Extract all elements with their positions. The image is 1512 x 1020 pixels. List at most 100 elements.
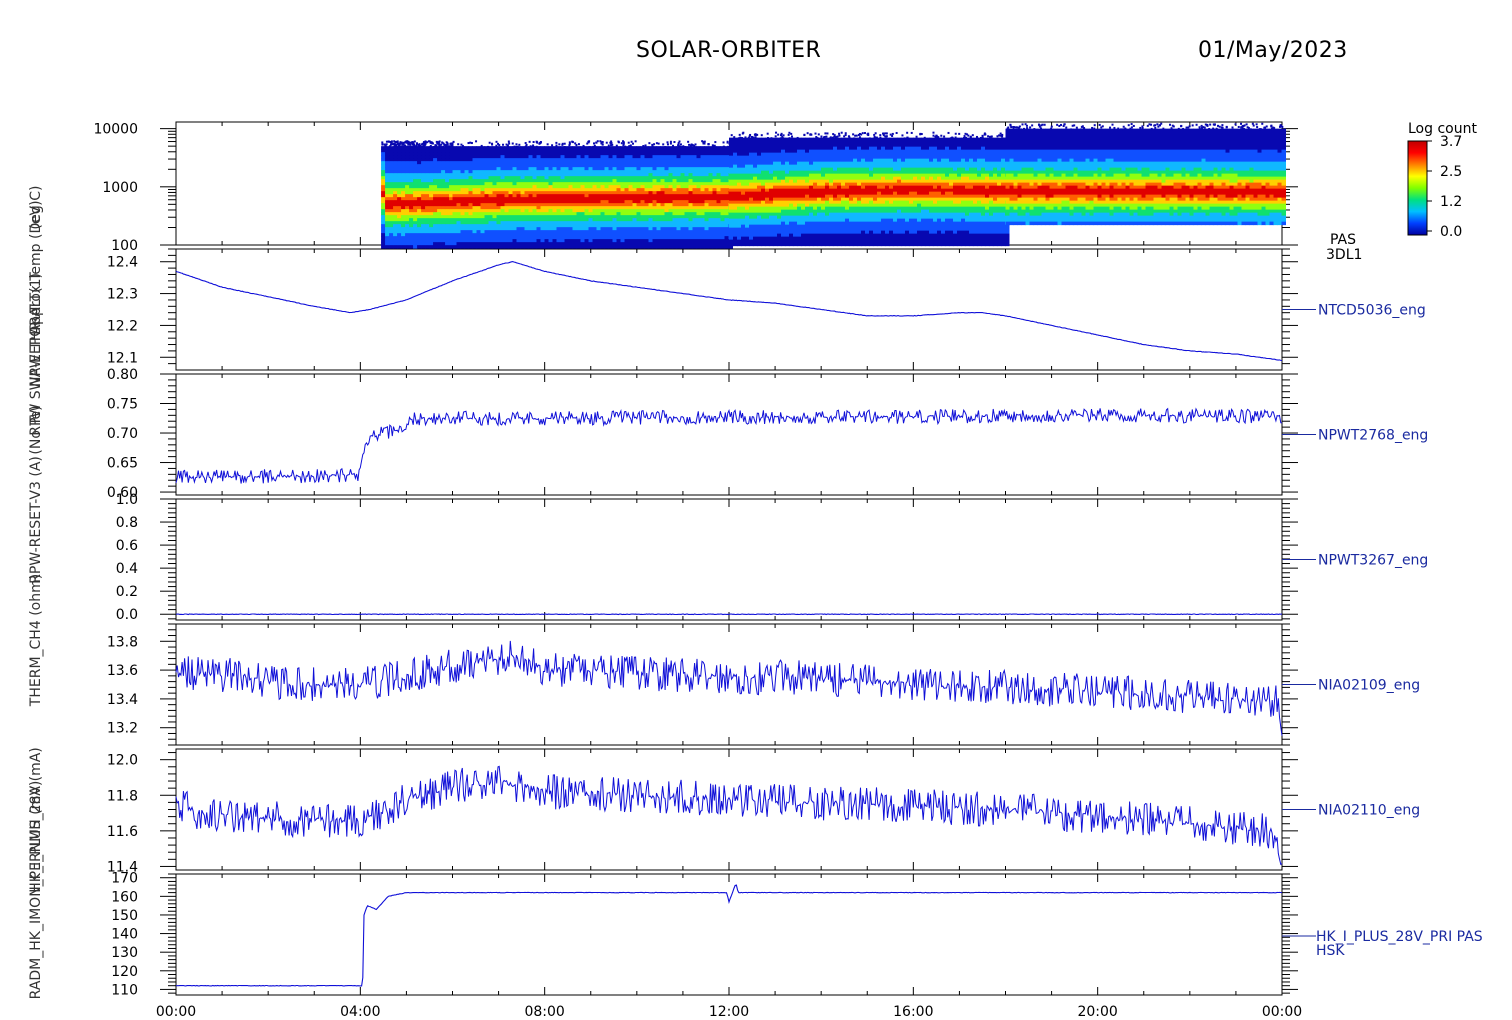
spectrogram-noise — [409, 141, 412, 144]
spectrogram-cell — [704, 239, 709, 243]
spectrogram-cell — [708, 170, 713, 174]
spectrogram-cell — [737, 176, 742, 181]
spectrogram-cell — [765, 191, 770, 196]
spectrogram-cell — [445, 218, 450, 222]
spectrogram-cell — [552, 245, 557, 249]
spectrogram-cell — [644, 227, 649, 231]
spectrogram-cell — [797, 215, 802, 220]
spectrogram-cell — [504, 170, 509, 174]
spectrogram-cell — [389, 212, 394, 216]
spectrogram-cell — [692, 188, 697, 192]
spectrogram-cell — [429, 152, 434, 156]
spectrogram-cell — [433, 170, 438, 174]
spectrogram-cell — [781, 242, 786, 247]
spectrogram-cell — [528, 188, 533, 192]
spectrogram-cell — [425, 176, 430, 180]
spectrogram-noise — [511, 142, 514, 145]
spectrogram-cell — [817, 224, 822, 229]
spectrogram-cell — [620, 233, 625, 237]
spectrogram-cell — [596, 224, 601, 228]
spectrogram-cell — [660, 221, 665, 225]
spectrogram-cell — [504, 179, 509, 183]
spectrogram-cell — [777, 239, 782, 244]
spectrogram-cell — [825, 191, 830, 196]
spectrogram-cell — [829, 239, 834, 244]
spectrogram-cell — [452, 233, 457, 237]
spectrogram-cell — [429, 173, 434, 177]
spectrogram-cell — [797, 233, 802, 238]
spectrogram-cell — [733, 152, 738, 157]
spectrogram-cell — [793, 197, 798, 202]
spectrogram-cell — [528, 200, 533, 204]
spectrogram-cell — [512, 221, 517, 225]
spectrogram-cell — [720, 236, 725, 240]
spectrogram-cell — [648, 203, 653, 207]
spectrogram-cell — [640, 239, 645, 243]
spectrogram-cell — [733, 155, 738, 160]
spectrogram-cell — [700, 146, 705, 150]
spectrogram-cell — [833, 161, 838, 166]
spectrogram-cell — [540, 149, 545, 153]
spectrogram-cell — [813, 161, 818, 166]
spectrogram-cell — [600, 152, 605, 156]
spectrogram-cell — [544, 236, 549, 240]
spectrogram-cell — [532, 218, 537, 222]
spectrogram-cell — [512, 167, 517, 171]
spectrogram-cell — [397, 227, 402, 231]
spectrogram-cell — [781, 140, 786, 145]
spectrogram-cell — [516, 218, 521, 222]
spectrogram-cell — [620, 170, 625, 174]
spectrogram-cell — [417, 188, 422, 192]
spectrogram-cell — [664, 158, 669, 162]
spectrogram-cell — [769, 209, 774, 214]
spectrogram-cell — [749, 143, 754, 148]
spectrogram-noise — [415, 143, 418, 146]
spectrogram-cell — [741, 146, 746, 151]
spectrogram-cell — [480, 161, 485, 165]
spectrogram-noise — [617, 140, 620, 143]
spectrogram-cell — [520, 197, 525, 201]
spectrogram-cell — [749, 230, 754, 235]
spectrogram-cell — [425, 245, 430, 249]
spectrogram-noise — [513, 145, 516, 148]
spectrogram-cell — [716, 185, 721, 189]
spectrogram-cell — [429, 245, 434, 249]
spectrogram-cell — [556, 161, 561, 165]
spectrogram-cell — [520, 239, 525, 243]
spectrogram-cell — [809, 224, 814, 229]
spectrogram-cell — [668, 188, 673, 192]
spectrogram-cell — [476, 182, 481, 186]
spectrogram-cell — [769, 158, 774, 163]
spectrogram-cell — [692, 245, 697, 249]
spectrogram-noise — [642, 145, 645, 148]
spectrogram-cell — [524, 170, 529, 174]
spectrogram-cell — [512, 164, 517, 168]
spectrogram-cell — [733, 188, 738, 193]
spectrogram-cell — [480, 170, 485, 174]
spectrogram-cell — [500, 209, 505, 213]
spectrogram-cell — [536, 155, 541, 159]
spectrogram-cell — [761, 239, 766, 244]
spectrogram-cell — [604, 218, 609, 222]
spectrogram-cell — [484, 239, 489, 243]
spectrogram-cell — [680, 194, 685, 198]
spectrogram-cell — [660, 203, 665, 207]
spectrogram-cell — [720, 155, 725, 159]
spectrogram-cell — [468, 227, 473, 231]
spectrogram-cell — [636, 191, 641, 195]
spectrogram-cell — [548, 224, 553, 228]
spectrogram-cell — [757, 179, 762, 184]
spectrogram-cell — [708, 152, 713, 156]
spectrogram-cell — [393, 221, 398, 225]
spectrogram-cell — [464, 161, 469, 165]
spectrogram-cell — [397, 197, 402, 201]
spectrogram-cell — [821, 212, 826, 217]
spectrogram-cell — [797, 218, 802, 223]
spectrogram-cell — [757, 197, 762, 202]
spectrogram-cell — [452, 230, 457, 234]
spectrogram-cell — [421, 221, 426, 225]
spectrogram-cell — [664, 149, 669, 153]
spectrogram-cell — [781, 191, 786, 196]
spectrogram-cell — [429, 185, 434, 189]
spectrogram-cell — [568, 236, 573, 240]
